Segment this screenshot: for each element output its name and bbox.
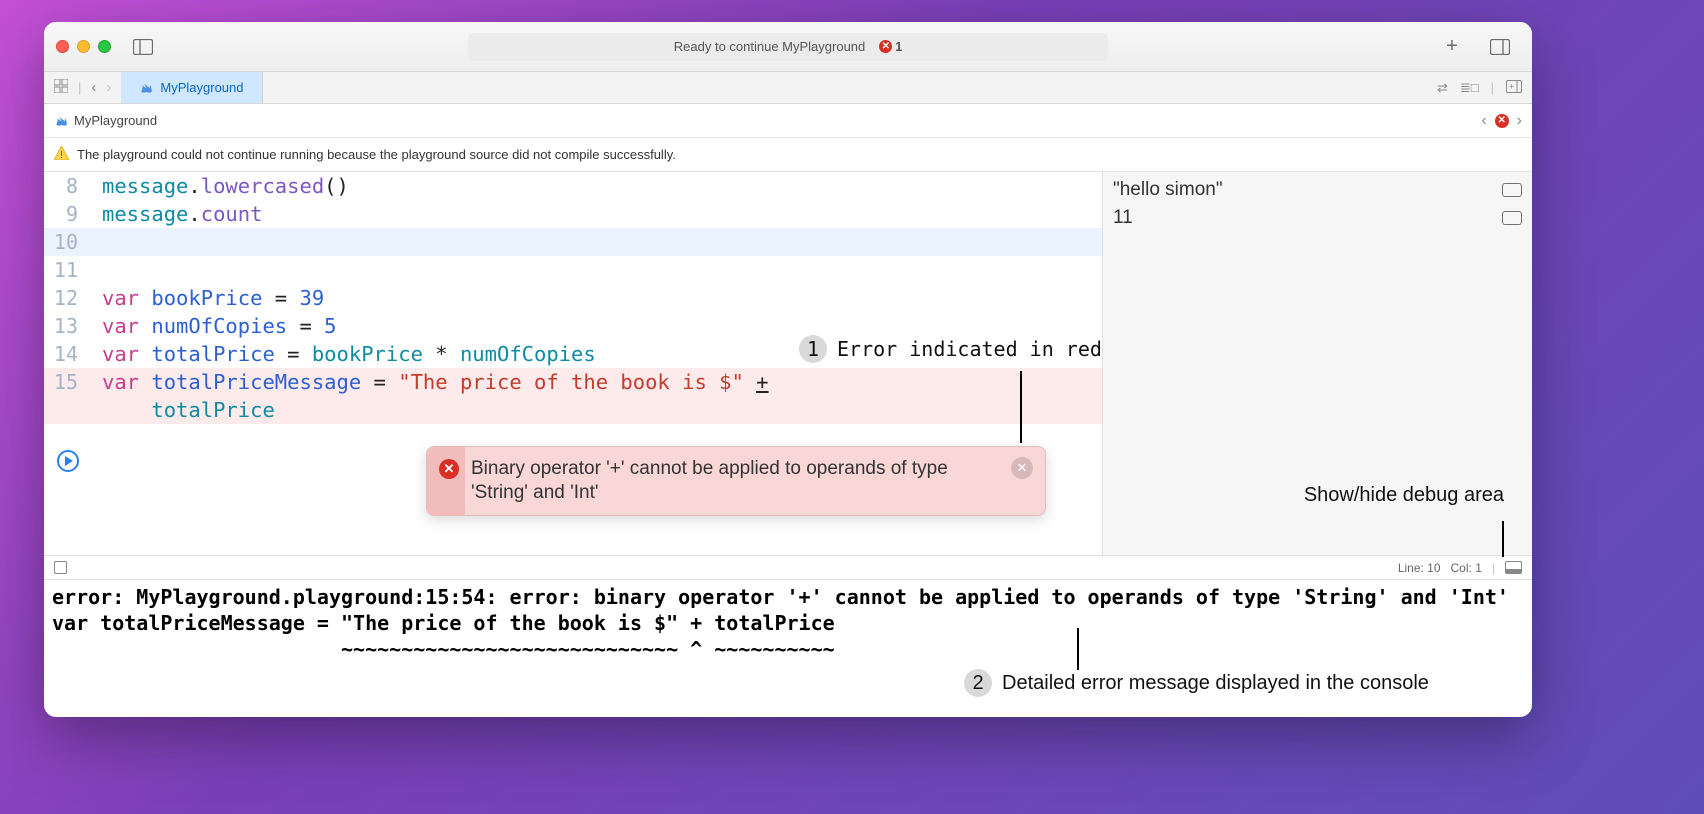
status-pill: Ready to continue MyPlayground ✕ 1 [468, 33, 1108, 61]
line-number: 11 [44, 256, 92, 284]
line-content[interactable]: message.count [92, 200, 262, 228]
sidebar-toggle-icon[interactable] [129, 36, 157, 58]
close-window-button[interactable] [56, 40, 69, 53]
run-button[interactable] [57, 450, 79, 472]
minimize-window-button[interactable] [77, 40, 90, 53]
annotation-1: 1 Error indicated in red [799, 335, 1102, 363]
code-line[interactable]: 9message.count [44, 200, 1102, 228]
window-controls [56, 40, 111, 53]
breadcrumb-bar: MyPlayground ‹ ✕ › [44, 104, 1532, 138]
error-popover-text: Binary operator '+' cannot be applied to… [471, 457, 999, 505]
code-line[interactable]: 15var totalPriceMessage = "The price of … [44, 368, 1102, 396]
annotation-2: 2 Detailed error message displayed in th… [964, 669, 1429, 697]
line-content[interactable]: var totalPriceMessage = "The price of th… [92, 368, 769, 396]
line-number: 10 [44, 228, 92, 256]
editor-status-bar: Line: 10 Col: 1 | [44, 555, 1532, 579]
line-number: 15 [44, 368, 92, 396]
line-number: 9 [44, 200, 92, 228]
error-count-badge[interactable]: ✕ 1 [879, 40, 902, 54]
add-editor-icon[interactable]: + [1506, 80, 1522, 96]
results-sidebar: "hello simon" 11 Show/hide debug area [1102, 172, 1532, 555]
breadcrumb-title[interactable]: MyPlayground [74, 113, 157, 128]
line-number: 12 [44, 284, 92, 312]
error-icon: ✕ [439, 459, 459, 479]
code-line[interactable]: totalPrice [44, 396, 1102, 424]
quicklook-button[interactable] [1502, 183, 1522, 197]
code-editor[interactable]: 8message.lowercased()9message.count10111… [44, 172, 1102, 555]
code-line[interactable]: 11 [44, 256, 1102, 284]
jump-forward-icon[interactable]: › [1517, 112, 1522, 130]
result-value: "hello simon" [1113, 179, 1502, 201]
close-icon[interactable]: ✕ [1011, 457, 1033, 479]
line-number: 8 [44, 172, 92, 200]
annotation-pointer [1502, 521, 1504, 557]
grid-icon[interactable] [54, 79, 68, 96]
status-text: Ready to continue MyPlayground [674, 39, 866, 54]
svg-text:!: ! [60, 150, 63, 160]
error-icon: ✕ [879, 40, 892, 53]
result-row: "hello simon" [1113, 176, 1522, 204]
jump-back-icon[interactable]: ‹ [1481, 112, 1486, 130]
nav-forward-button[interactable]: › [106, 79, 111, 96]
error-icon[interactable]: ✕ [1495, 114, 1509, 128]
line-content[interactable]: var numOfCopies = 5 [92, 312, 337, 340]
debug-area-toggle-icon[interactable] [1505, 561, 1522, 574]
line-number: 14 [44, 340, 92, 368]
refresh-icon[interactable]: ⇄ [1437, 80, 1448, 96]
zoom-window-button[interactable] [98, 40, 111, 53]
titlebar: Ready to continue MyPlayground ✕ 1 + [44, 22, 1532, 72]
warning-text: The playground could not continue runnin… [77, 147, 676, 162]
editor-area: 8message.lowercased()9message.count10111… [44, 172, 1532, 555]
cursor-col: Col: 1 [1451, 561, 1482, 575]
quicklook-button[interactable] [1502, 211, 1522, 225]
library-toggle-icon[interactable] [1486, 36, 1514, 58]
error-popover: ✕ Binary operator '+' cannot be applied … [426, 446, 1046, 516]
xcode-window: Ready to continue MyPlayground ✕ 1 + | ‹… [44, 22, 1532, 717]
tab-bar: | ‹ › MyPlayground ⇄ ≣□ | + [44, 72, 1532, 104]
line-content[interactable]: message.lowercased() [92, 172, 349, 200]
warning-icon: ! [54, 146, 69, 163]
tab-label: MyPlayground [160, 80, 243, 95]
line-content[interactable]: totalPrice [92, 396, 275, 424]
cursor-line: Line: 10 [1398, 561, 1441, 575]
swift-icon [139, 81, 153, 95]
annotation-pointer [1077, 628, 1079, 670]
line-content[interactable]: var bookPrice = 39 [92, 284, 324, 312]
warning-bar: ! The playground could not continue runn… [44, 138, 1532, 172]
annotation-pointer [1020, 371, 1022, 443]
code-line[interactable]: 8message.lowercased() [44, 172, 1102, 200]
code-line[interactable]: 10 [44, 228, 1102, 256]
svg-text:+: + [1509, 81, 1514, 91]
line-number: 13 [44, 312, 92, 340]
minimap-icon[interactable]: ≣□ [1460, 80, 1479, 96]
line-content[interactable]: var totalPrice = bookPrice * numOfCopies [92, 340, 596, 368]
nav-back-button[interactable]: ‹ [91, 79, 96, 96]
code-line[interactable]: 12var bookPrice = 39 [44, 284, 1102, 312]
swift-icon [54, 114, 68, 128]
annotation-debug: Show/hide debug area [1304, 484, 1504, 507]
add-button[interactable]: + [1438, 36, 1466, 58]
breakpoint-toggle[interactable] [54, 561, 67, 574]
tab-myplayground[interactable]: MyPlayground [121, 72, 262, 103]
result-row: 11 [1113, 204, 1522, 232]
result-value: 11 [1113, 207, 1502, 229]
annotation-badge: 1 [799, 335, 827, 363]
annotation-badge: 2 [964, 669, 992, 697]
